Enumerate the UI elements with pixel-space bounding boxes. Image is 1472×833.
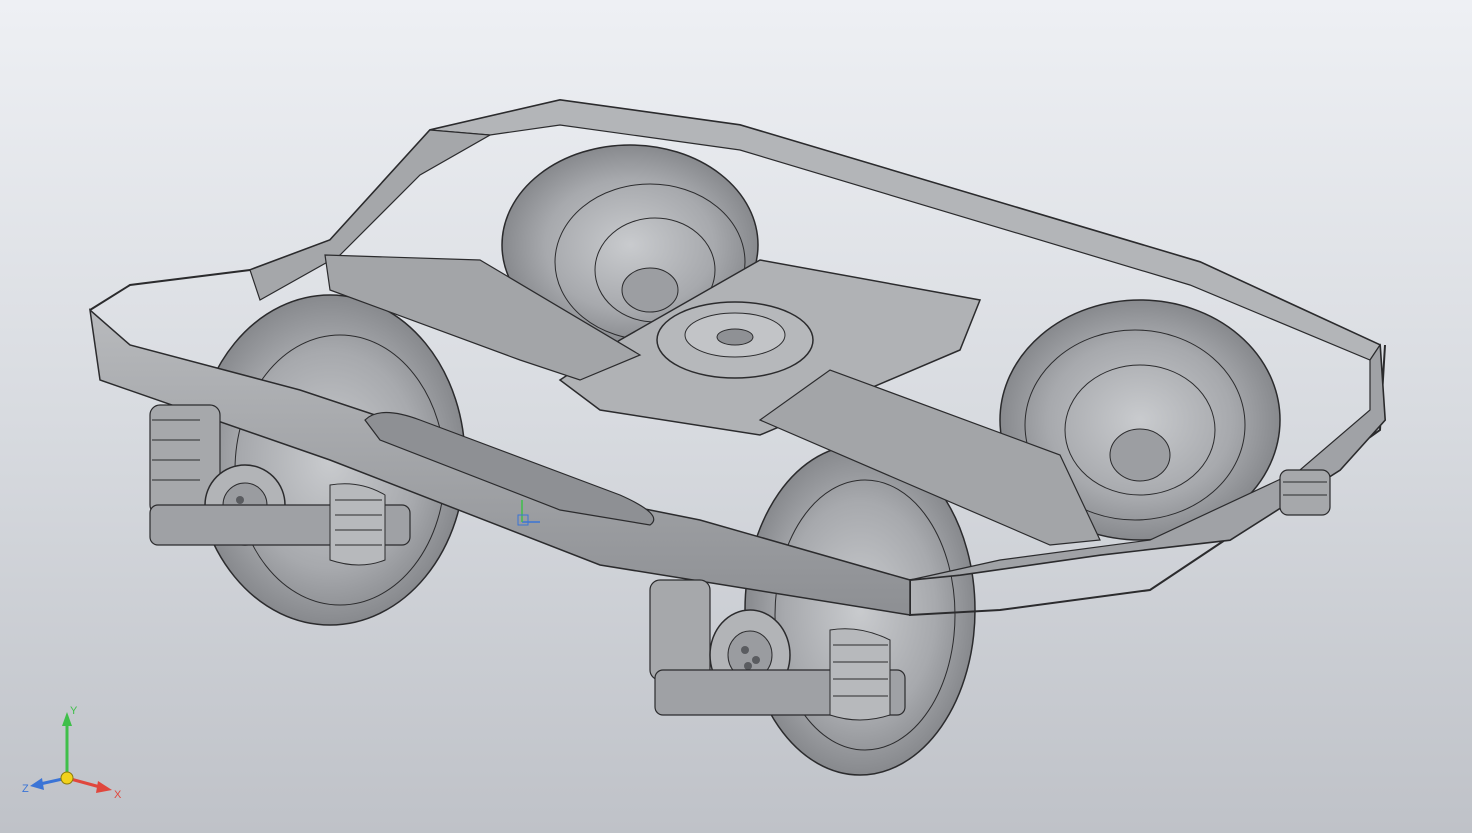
y-axis-label: Y [70, 705, 78, 717]
x-axis-arrow [96, 781, 112, 793]
x-axis-label: X [114, 789, 122, 801]
z-axis-label: Z [22, 783, 29, 795]
rear-right-spring [1279, 469, 1331, 516]
3d-viewport[interactable]: Y X Z [0, 0, 1472, 833]
z-axis-arrow [30, 778, 44, 790]
bogie-3d-model[interactable] [0, 0, 1472, 833]
orientation-triad[interactable]: Y X Z [22, 700, 132, 810]
origin-sphere [60, 771, 74, 785]
